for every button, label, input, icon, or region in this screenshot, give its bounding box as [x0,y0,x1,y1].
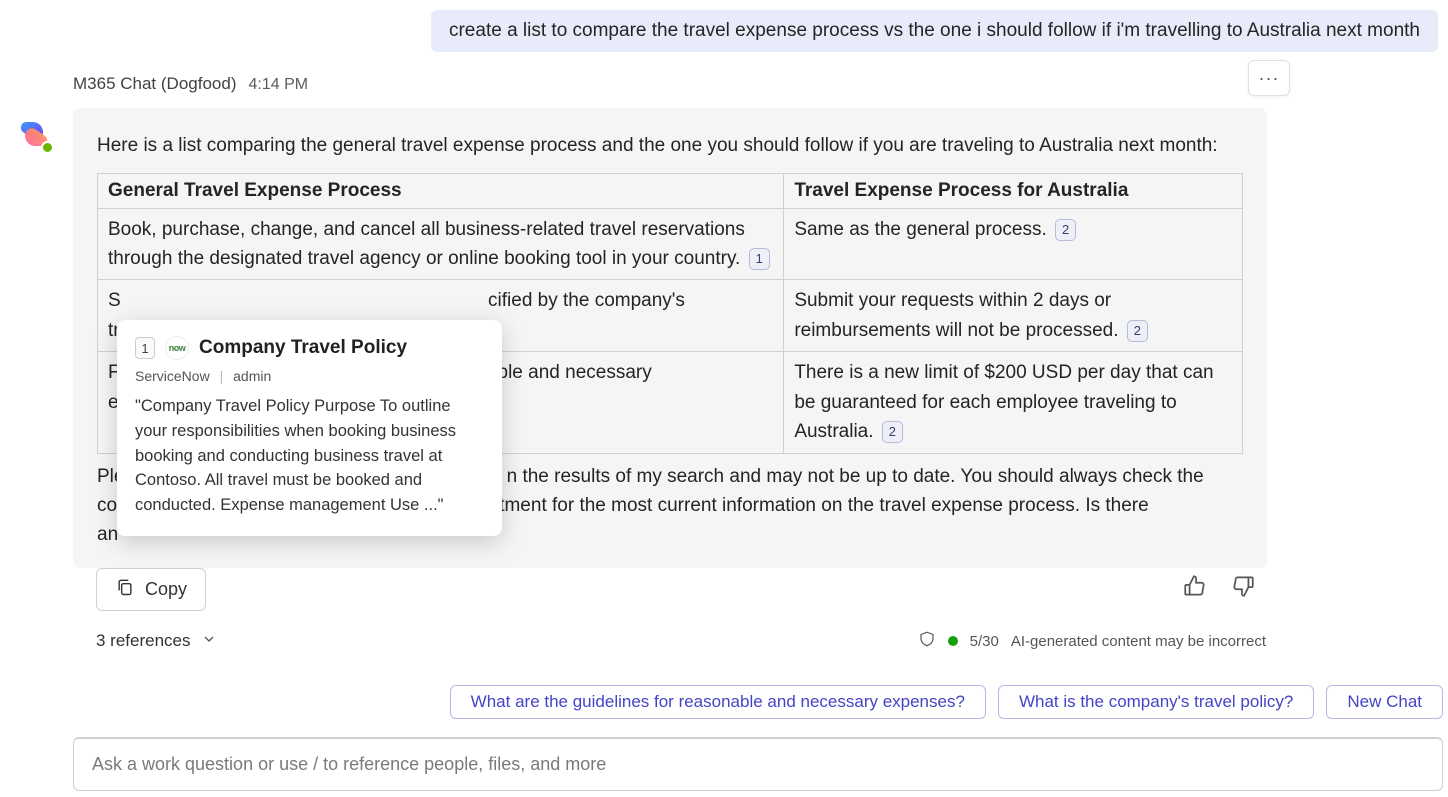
thumbs-up-icon[interactable] [1182,573,1208,606]
status-dot-icon [948,636,958,646]
chip-label: What is the company's travel policy? [1019,692,1293,711]
hover-meta: ServiceNow | admin [135,368,484,384]
hover-cite-number: 1 [135,337,155,359]
cell-text: Submit your requests within 2 days or re… [794,290,1118,340]
table-header-australia: Travel Expense Process for Australia [784,173,1243,208]
more-icon: ··· [1259,68,1280,89]
ai-counter: 5/30 [970,633,999,650]
separator: | [220,368,224,384]
copy-label: Copy [145,579,187,600]
action-row: Copy [96,568,1266,611]
hover-card-header: 1 now Company Travel Policy [135,336,484,360]
hover-title: Company Travel Policy [199,337,407,359]
note-fragment: an [97,524,118,545]
thumbs-down-icon[interactable] [1230,573,1256,606]
sender-name: M365 Chat (Dogfood) [73,74,236,94]
suggestion-chips: What are the guidelines for reasonable a… [73,685,1443,719]
citation-badge[interactable]: 2 [1055,219,1076,241]
citation-badge[interactable]: 2 [1127,320,1148,342]
presence-available-icon [41,141,54,154]
references-label: 3 references [96,631,191,651]
intro-text: Here is a list comparing the general tra… [97,132,1243,161]
suggestion-chip[interactable]: What are the guidelines for reasonable a… [450,685,986,719]
references-toggle[interactable]: 3 references [96,631,217,652]
sender-time: 4:14 PM [248,76,308,94]
message-more-button[interactable]: ··· [1248,60,1290,96]
cell-text: There is a new limit of $200 USD per day… [794,362,1213,442]
cell-text-fragment: able and necessary [487,362,652,383]
hover-source: ServiceNow [135,368,210,384]
note-fragment: tment for the most current information o… [499,495,1148,516]
chip-label: What are the guidelines for reasonable a… [471,692,965,711]
suggestion-chip[interactable]: What is the company's travel policy? [998,685,1314,719]
servicenow-logo-icon: now [165,336,189,360]
copy-icon [115,577,135,602]
cell-text-fragment: cified by the company's [488,290,685,311]
citation-badge[interactable]: 1 [749,248,770,270]
cell-text: Same as the general process. [794,219,1046,240]
user-message-text: create a list to compare the travel expe… [449,20,1420,41]
table-row: Book, purchase, change, and cancel all b… [98,208,1243,280]
cell-text: Book, purchase, change, and cancel all b… [108,219,745,269]
citation-badge[interactable]: 2 [882,421,903,443]
copy-button[interactable]: Copy [96,568,206,611]
copilot-avatar[interactable] [15,115,53,153]
sender-row: M365 Chat (Dogfood) 4:14 PM [73,74,308,94]
cell-text-fragment: S [108,290,121,311]
feedback-buttons [1182,573,1256,606]
user-message: create a list to compare the travel expe… [431,10,1438,52]
citation-hover-card[interactable]: 1 now Company Travel Policy ServiceNow |… [117,320,502,536]
ai-disclaimer: AI-generated content may be incorrect [1011,633,1266,650]
chip-label: New Chat [1347,692,1422,711]
compose-box[interactable] [73,737,1443,791]
chevron-down-icon [201,631,217,652]
hover-author: admin [233,368,271,384]
compose-input[interactable] [92,754,1424,775]
references-row: 3 references 5/30 AI-generated content m… [96,630,1266,652]
shield-icon[interactable] [918,630,936,652]
new-chat-chip[interactable]: New Chat [1326,685,1443,719]
note-fragment: n the results of my search and may not b… [507,466,1204,487]
table-header-general: General Travel Expense Process [98,173,784,208]
hover-body: "Company Travel Policy Purpose To outlin… [135,394,484,518]
note-fragment: co [97,495,117,516]
